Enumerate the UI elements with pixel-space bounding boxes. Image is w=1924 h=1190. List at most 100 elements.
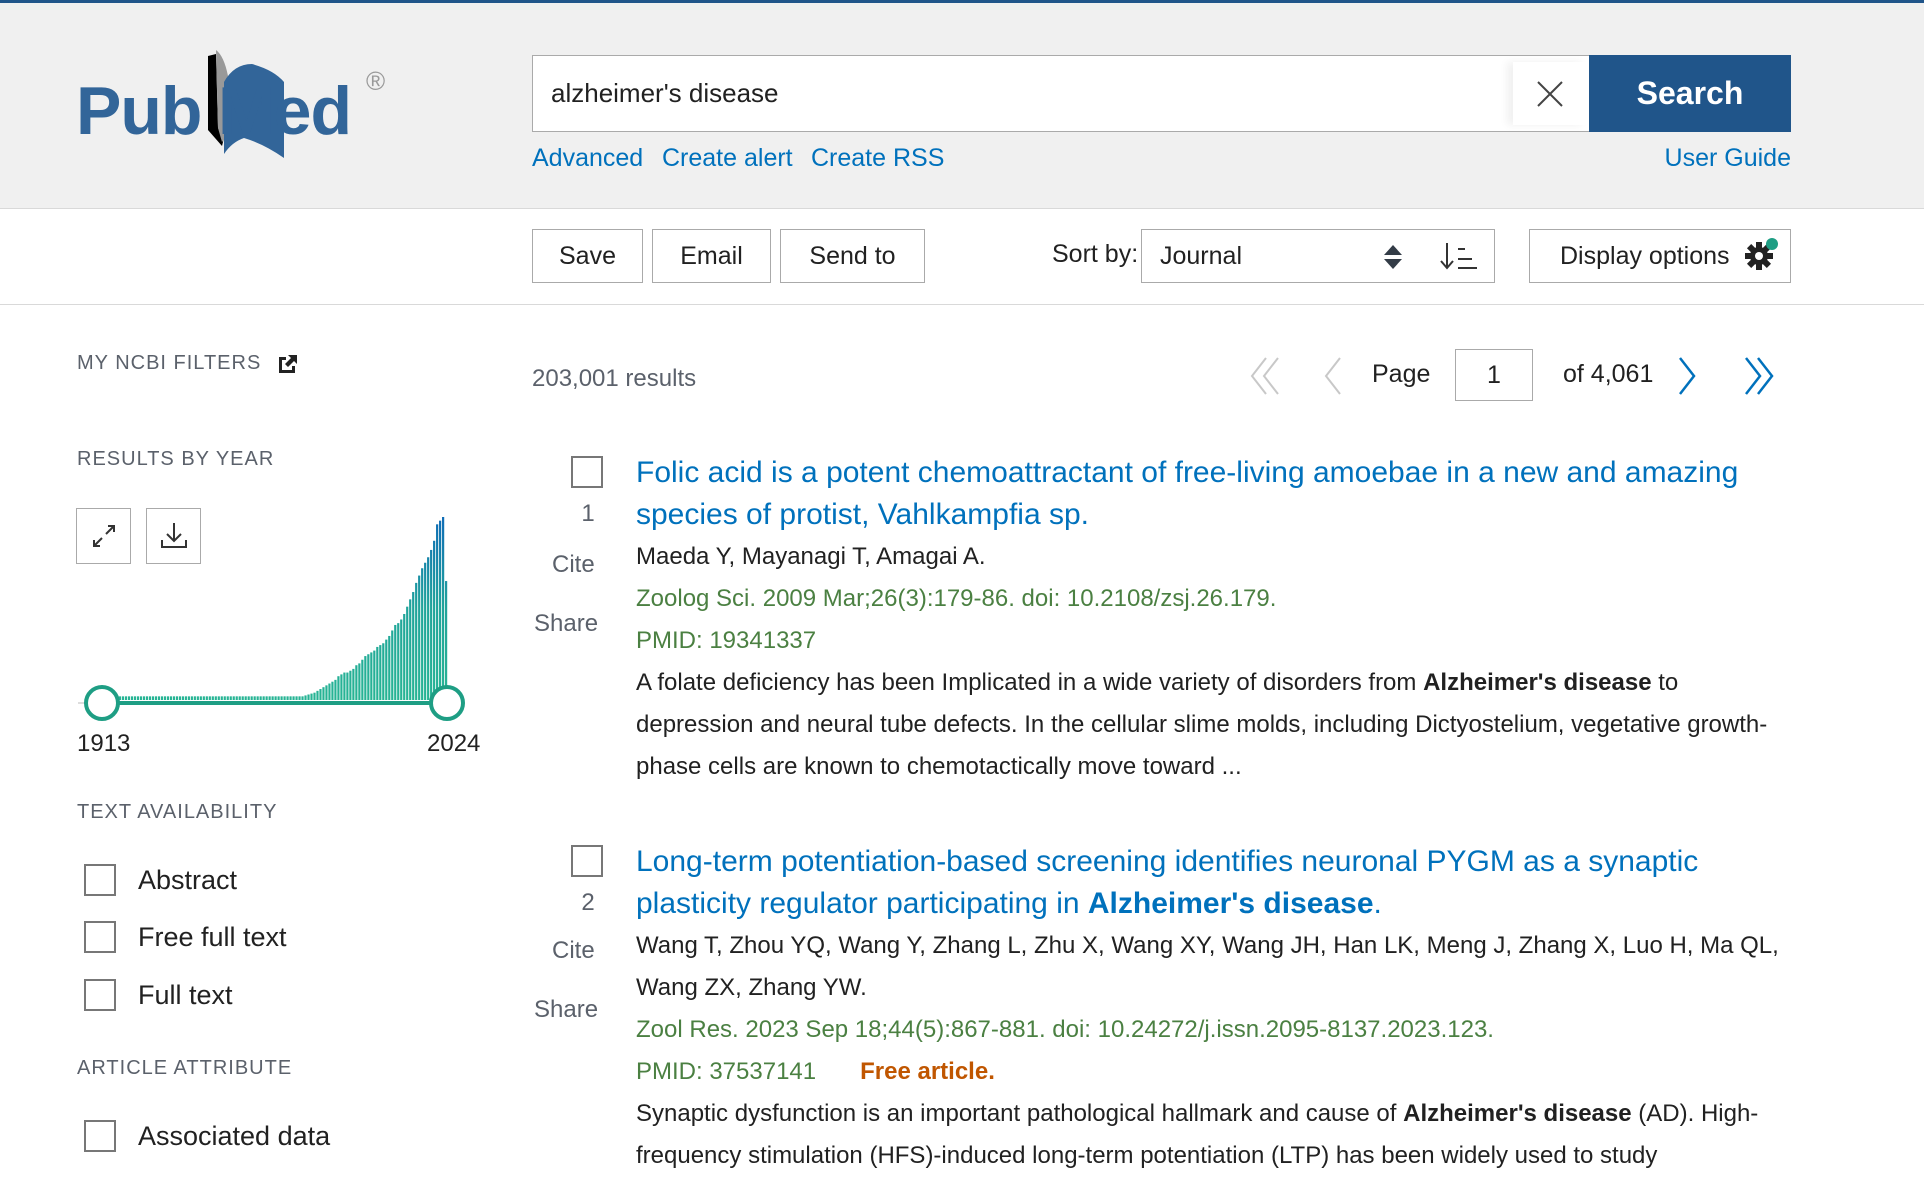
histogram-bar-1931[interactable] (163, 696, 167, 700)
histogram-bar-1971[interactable] (283, 696, 286, 700)
histogram-bar-1992[interactable] (346, 672, 349, 700)
create-alert-link[interactable]: Create alert (662, 144, 793, 173)
results-by-year-chart[interactable] (76, 505, 496, 755)
histogram-bar-1926[interactable] (148, 696, 152, 700)
histogram-bar-1942[interactable] (196, 696, 199, 700)
histogram-bar-2009[interactable] (397, 623, 400, 700)
histogram-bar-1938[interactable] (184, 696, 187, 700)
checkbox[interactable] (84, 921, 116, 953)
histogram-bar-1949[interactable] (217, 696, 220, 700)
histogram-bar-1987[interactable] (331, 681, 334, 700)
histogram-bar-2018[interactable] (424, 562, 427, 700)
histogram-bar-1927[interactable] (151, 696, 155, 700)
save-button[interactable]: Save (532, 229, 643, 283)
histogram-bar-1961[interactable] (253, 696, 256, 700)
create-rss-link[interactable]: Create RSS (811, 144, 944, 173)
histogram-bar-1943[interactable] (199, 696, 202, 700)
histogram-bar-1997[interactable] (361, 659, 364, 700)
histogram-bar-1958[interactable] (244, 696, 247, 700)
histogram-bar-1981[interactable] (313, 692, 316, 700)
histogram-bar-1932[interactable] (166, 696, 170, 700)
histogram-bar-1939[interactable] (187, 696, 190, 700)
histogram-bar-1977[interactable] (301, 696, 304, 700)
result-2-checkbox[interactable] (571, 845, 603, 877)
histogram-bar-2020[interactable] (430, 549, 433, 700)
histogram-bar-1973[interactable] (289, 696, 292, 700)
slider-handle-start[interactable] (84, 685, 120, 721)
histogram-bar-2004[interactable] (382, 643, 385, 700)
histogram-bar-2001[interactable] (373, 650, 376, 700)
user-guide-link[interactable]: User Guide (1665, 144, 1791, 173)
histogram-bar-2006[interactable] (388, 635, 391, 700)
histogram-bar-1945[interactable] (205, 696, 208, 700)
histogram-bar-1953[interactable] (229, 696, 232, 700)
histogram-bar-1934[interactable] (172, 696, 175, 700)
histogram-bar-1944[interactable] (202, 696, 205, 700)
histogram-bar-1947[interactable] (211, 696, 214, 700)
histogram-bar-1985[interactable] (325, 685, 328, 700)
histogram-bar-1998[interactable] (364, 656, 367, 700)
histogram-bar-2017[interactable] (421, 568, 424, 700)
histogram-bar-2002[interactable] (376, 646, 379, 700)
result-1-share-button[interactable]: Share (534, 610, 598, 638)
result-1-title-link[interactable]: Folic acid is a potent chemoattractant o… (636, 452, 1796, 536)
histogram-bar-1919[interactable] (127, 696, 131, 700)
histogram-bar-1955[interactable] (235, 696, 238, 700)
previous-page-button[interactable] (1320, 356, 1344, 396)
first-page-button[interactable] (1248, 356, 1284, 396)
histogram-bar-1935[interactable] (175, 696, 178, 700)
histogram-bar-1995[interactable] (355, 665, 358, 700)
histogram-bar-1965[interactable] (265, 696, 268, 700)
histogram-bar-2014[interactable] (412, 592, 415, 700)
histogram-bar-1963[interactable] (259, 696, 262, 700)
pubmed-logo[interactable]: Pub Med ® (76, 44, 406, 158)
histogram-bar-1946[interactable] (208, 696, 211, 700)
histogram-bar-2011[interactable] (403, 613, 406, 700)
histogram-bar-1993[interactable] (349, 670, 352, 700)
my-ncbi-filters-link[interactable]: MY NCBI FILTERS (77, 352, 299, 375)
histogram-bar-1996[interactable] (358, 663, 361, 700)
histogram-bar-2015[interactable] (415, 582, 418, 700)
result-1-cite-button[interactable]: Cite (552, 551, 595, 579)
histogram-bar-1983[interactable] (319, 689, 322, 700)
histogram-bar-2012[interactable] (406, 606, 409, 700)
filter-free-full-text[interactable]: Free full text (84, 920, 287, 954)
clear-search-button[interactable] (1513, 62, 1587, 125)
result-2-cite-button[interactable]: Cite (552, 937, 595, 965)
advanced-search-link[interactable]: Advanced (532, 144, 643, 173)
display-options-button[interactable]: Display options (1529, 229, 1791, 283)
histogram-bar-1979[interactable] (307, 694, 310, 700)
histogram-bar-2013[interactable] (409, 599, 412, 700)
histogram-bar-1925[interactable] (145, 696, 149, 700)
histogram-bar-1999[interactable] (367, 654, 370, 700)
histogram-bar-1968[interactable] (274, 696, 277, 700)
histogram-bar-1936[interactable] (178, 696, 181, 700)
histogram-bar-1978[interactable] (304, 695, 307, 701)
checkbox[interactable] (84, 864, 116, 896)
histogram-bar-1975[interactable] (295, 696, 298, 700)
histogram-bar-1989[interactable] (337, 676, 340, 700)
page-number-input[interactable] (1455, 349, 1533, 401)
checkbox[interactable] (84, 1120, 116, 1152)
histogram-bar-1966[interactable] (268, 696, 271, 700)
histogram-bar-1976[interactable] (298, 696, 301, 700)
histogram-bar-2016[interactable] (418, 575, 421, 700)
histogram-bar-1986[interactable] (328, 683, 331, 700)
result-1-checkbox[interactable] (571, 456, 603, 488)
histogram-bar-1959[interactable] (247, 696, 250, 700)
histogram-bar-2008[interactable] (394, 624, 397, 700)
histogram-bar-1921[interactable] (133, 696, 137, 700)
histogram-bar-1969[interactable] (277, 696, 280, 700)
filter-full-text[interactable]: Full text (84, 978, 233, 1012)
sort-order-button[interactable] (1423, 229, 1495, 283)
histogram-bar-2003[interactable] (379, 645, 382, 700)
histogram-bar-1948[interactable] (214, 696, 217, 700)
histogram-bar-2000[interactable] (370, 652, 373, 700)
histogram-bar-1950[interactable] (220, 696, 223, 700)
histogram-bar-1956[interactable] (238, 696, 241, 700)
histogram-bar-2007[interactable] (391, 630, 394, 700)
histogram-bar-1974[interactable] (292, 696, 295, 700)
histogram-bar-1929[interactable] (157, 696, 161, 700)
histogram-bar-1930[interactable] (160, 696, 164, 700)
histogram-bar-1937[interactable] (181, 696, 184, 700)
